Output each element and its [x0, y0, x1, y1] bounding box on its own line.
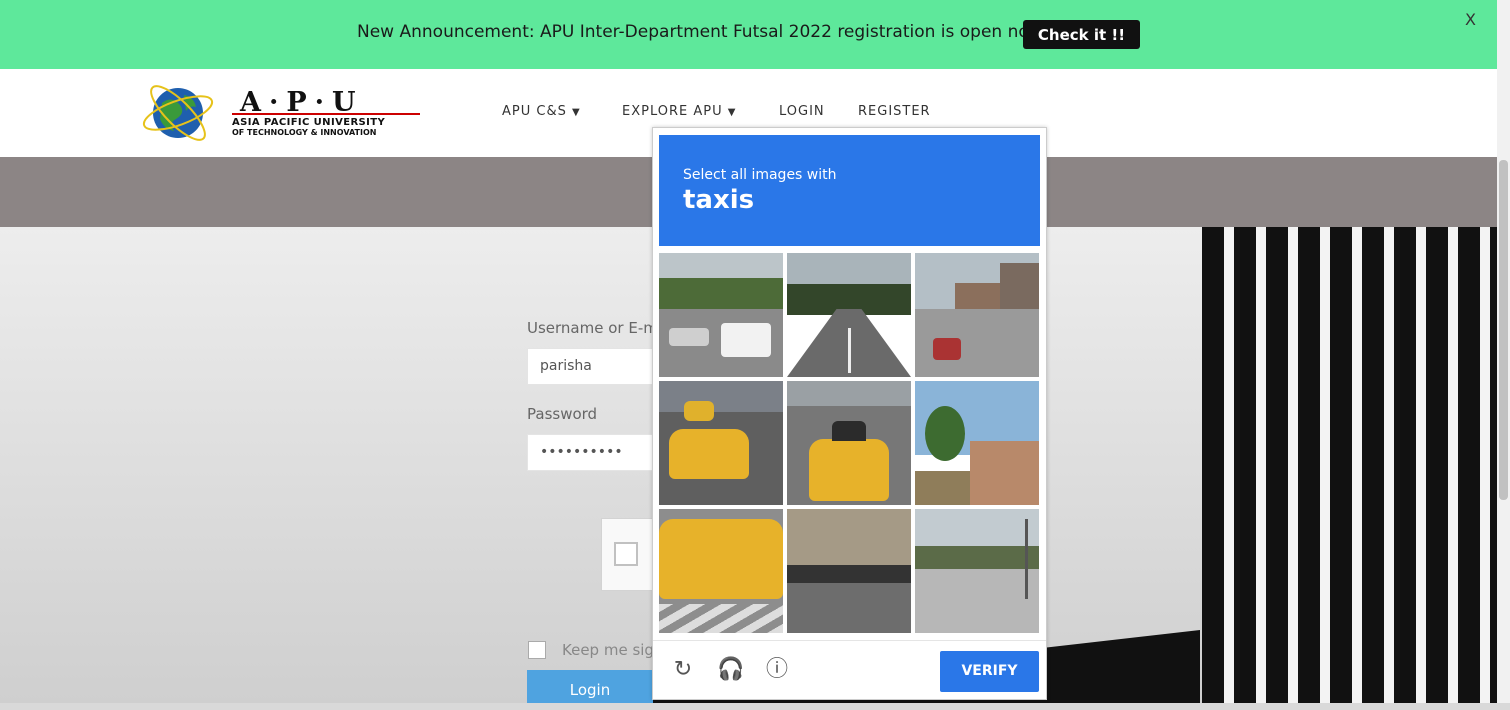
- verify-button[interactable]: VERIFY: [940, 651, 1039, 692]
- captcha-instruction: Select all images with: [683, 167, 837, 183]
- nav-apu-cs[interactable]: APU C&S ▼: [502, 104, 581, 119]
- captcha-target-object: taxis: [683, 185, 755, 215]
- striped-background-image: [1202, 227, 1497, 703]
- captcha-tile-7[interactable]: [659, 509, 783, 633]
- nav-login[interactable]: LOGIN: [779, 104, 825, 119]
- apu-logo[interactable]: A·P·U ASIA PACIFIC UNIVERSITY OF TECHNOL…: [140, 79, 425, 149]
- announcement-text: New Announcement: APU Inter-Department F…: [357, 22, 1057, 42]
- nav-register[interactable]: REGISTER: [858, 104, 931, 119]
- scrollbar-thumb[interactable]: [1499, 160, 1508, 500]
- recaptcha-widget: [601, 518, 653, 591]
- captcha-tile-8[interactable]: [787, 509, 911, 633]
- globe-icon: [142, 85, 214, 141]
- reload-icon[interactable]: ↻: [670, 657, 696, 683]
- captcha-footer: ↻ 🎧 ⓘ VERIFY: [653, 640, 1046, 701]
- captcha-tile-2[interactable]: [787, 253, 911, 377]
- chevron-down-icon: ▼: [727, 107, 737, 118]
- nav-explore-apu[interactable]: EXPLORE APU ▼: [622, 104, 736, 119]
- close-banner-button[interactable]: X: [1465, 10, 1476, 29]
- page-scrollbar[interactable]: [1497, 0, 1510, 703]
- captcha-tile-4[interactable]: [659, 381, 783, 505]
- captcha-challenge-dialog: Select all images with taxis ↻ 🎧 ⓘ VERIF…: [652, 127, 1047, 700]
- nav-label: APU C&S: [502, 104, 567, 119]
- check-it-button[interactable]: Check it !!: [1023, 20, 1140, 49]
- login-button[interactable]: Login: [527, 670, 653, 703]
- recaptcha-checkbox[interactable]: [614, 542, 638, 566]
- info-icon[interactable]: ⓘ: [764, 657, 790, 683]
- logo-university-tagline: OF TECHNOLOGY & INNOVATION: [232, 128, 377, 137]
- announcement-banner: New Announcement: APU Inter-Department F…: [0, 0, 1497, 69]
- password-input[interactable]: ••••••••••: [527, 434, 653, 471]
- username-input[interactable]: parisha: [527, 348, 653, 385]
- captcha-tile-5[interactable]: [787, 381, 911, 505]
- keep-signed-in-label: Keep me sig: [562, 641, 654, 659]
- logo-university-name: ASIA PACIFIC UNIVERSITY: [232, 117, 386, 128]
- captcha-header: Select all images with taxis: [659, 135, 1040, 246]
- username-label: Username or E-m: [527, 319, 658, 337]
- captcha-tile-1[interactable]: [659, 253, 783, 377]
- captcha-tile-3[interactable]: [915, 253, 1039, 377]
- headphones-icon[interactable]: 🎧: [717, 657, 744, 683]
- captcha-tile-6[interactable]: [915, 381, 1039, 505]
- password-label: Password: [527, 405, 598, 423]
- keep-signed-in-checkbox[interactable]: [528, 641, 546, 659]
- chevron-down-icon: ▼: [572, 107, 581, 118]
- nav-label: EXPLORE APU: [622, 104, 723, 119]
- captcha-tile-9[interactable]: [915, 509, 1039, 633]
- logo-divider: [232, 113, 420, 115]
